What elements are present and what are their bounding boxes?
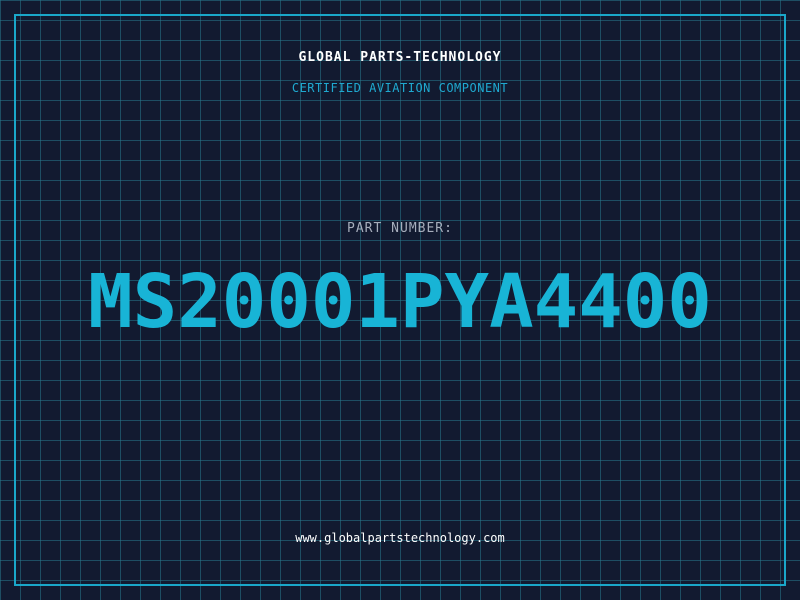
certification-tagline: CERTIFIED AVIATION COMPONENT — [291, 81, 509, 95]
website-url: www.globalpartstechnology.com — [295, 531, 505, 545]
company-name: GLOBAL PARTS-TECHNOLOGY — [298, 50, 502, 65]
part-label-card: GLOBAL PARTS-TECHNOLOGY CERTIFIED AVIATI… — [0, 0, 800, 600]
part-number-label: PART NUMBER: — [347, 221, 453, 236]
part-number-value: MS20001PYA4400 — [88, 259, 712, 345]
